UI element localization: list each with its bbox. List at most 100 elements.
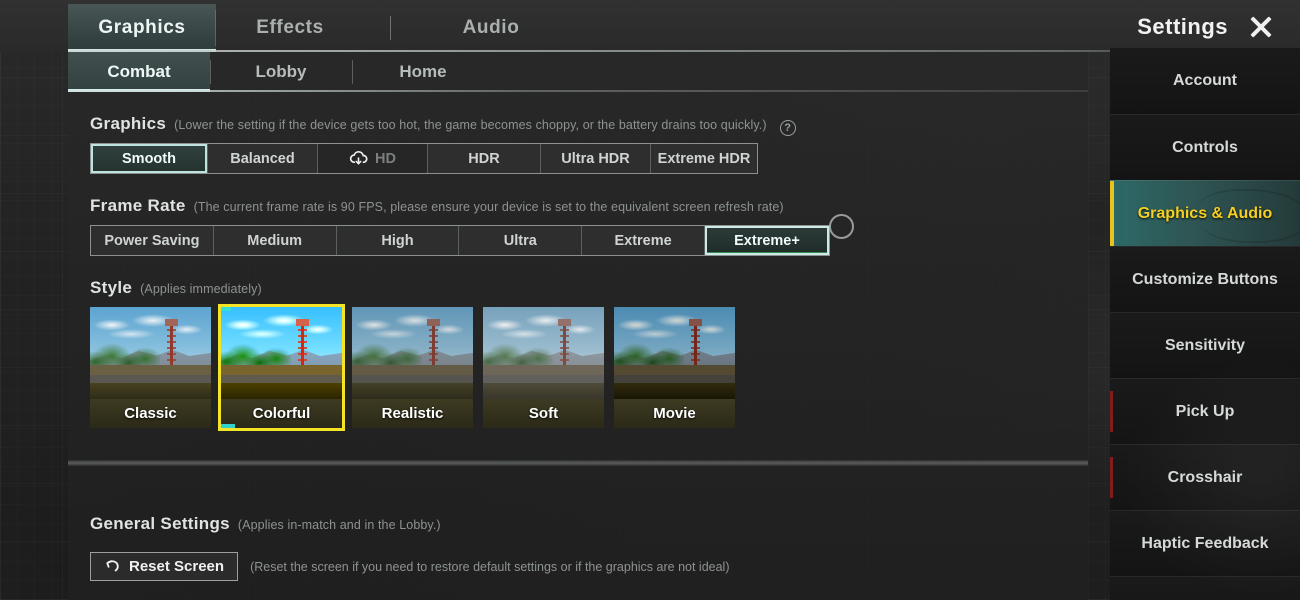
sidebar-item-account[interactable]: Account (1110, 48, 1300, 114)
graphics-title: Graphics (90, 114, 167, 133)
style-card-classic-label: Classic (124, 405, 177, 422)
settings-sidebar: Account Controls Graphics & Audio Custom… (1110, 48, 1300, 600)
top-tab-bar: Graphics Effects Audio (0, 0, 1300, 52)
frame-rate-note: (The current frame rate is 90 FPS, pleas… (193, 200, 784, 214)
section-divider (68, 460, 1088, 466)
style-card-colorful[interactable]: Colorful (221, 307, 342, 428)
style-preview-image (352, 307, 473, 399)
frame-rate-option-power-saving-label: Power Saving (104, 232, 200, 249)
circle-cursor-icon (829, 214, 854, 239)
sidebar-item-graphics-audio-label: Graphics & Audio (1137, 204, 1273, 222)
style-card-realistic-label: Realistic (381, 405, 444, 422)
style-card-colorful-label: Colorful (252, 405, 311, 422)
sub-tab-underline (68, 90, 1088, 92)
sidebar-item-sensitivity-label: Sensitivity (1164, 336, 1246, 354)
reset-screen-button[interactable]: Reset Screen (90, 552, 239, 581)
frame-rate-option-ultra[interactable]: Ultra (459, 226, 583, 255)
graphics-option-balanced[interactable]: Balanced (208, 144, 318, 173)
frame-rate-option-high-label: High (381, 232, 414, 249)
frame-rate-section: Frame Rate (The current frame rate is 90… (68, 196, 1088, 256)
graphics-option-hdr-label: HDR (468, 150, 500, 167)
tab-graphics-label: Graphics (98, 17, 186, 38)
graphics-note: (Lower the setting if the device gets to… (174, 118, 767, 132)
style-title: Style (90, 278, 133, 297)
graphics-option-extreme-hdr-label: Extreme HDR (657, 150, 751, 167)
graphics-option-hd-label: HD (375, 150, 396, 167)
sidebar-item-controls[interactable]: Controls (1110, 114, 1300, 180)
style-note: (Applies immediately) (140, 282, 262, 296)
style-preview-image (221, 307, 342, 399)
pubg-settings-screen: Graphics Effects Audio Settings Combat L… (0, 0, 1300, 600)
style-preview-image (90, 307, 211, 399)
style-thumbnail-list: Classic Colorful Realistic Soft Movie (90, 307, 1066, 428)
style-card-footer: Colorful (221, 399, 342, 428)
reset-screen-row: Reset Screen (Reset the screen if you ne… (90, 552, 1066, 581)
question-mark-icon[interactable]: ? (779, 120, 796, 136)
tab-effects[interactable]: Effects (216, 4, 364, 52)
graphics-option-ultra-hdr-label: Ultra HDR (561, 150, 630, 167)
frame-rate-option-medium[interactable]: Medium (213, 226, 337, 255)
general-settings-heading: General Settings (Applies in-match and i… (90, 514, 1066, 534)
graphics-option-ultra-hdr[interactable]: Ultra HDR (541, 144, 651, 173)
graphics-option-extreme-hdr[interactable]: Extreme HDR (651, 144, 757, 173)
frame-rate-heading: Frame Rate (The current frame rate is 90… (90, 196, 1066, 216)
sidebar-item-haptic-feedback-label: Haptic Feedback (1141, 534, 1269, 552)
top-tabs: Graphics Effects Audio (68, 4, 565, 52)
graphics-heading: Graphics (Lower the setting if the devic… (90, 114, 1066, 136)
frame-rate-title: Frame Rate (90, 196, 186, 215)
style-card-footer: Soft (483, 399, 604, 428)
sidebar-item-sensitivity[interactable]: Sensitivity (1110, 312, 1300, 378)
frame-rate-option-power-saving[interactable]: Power Saving (91, 226, 214, 255)
graphics-option-balanced-label: Balanced (230, 150, 295, 167)
sidebar-item-graphics-audio[interactable]: Graphics & Audio (1110, 180, 1300, 246)
tab-audio[interactable]: Audio (417, 4, 565, 52)
frame-rate-option-extreme-plus[interactable]: Extreme+ (704, 226, 829, 255)
sidebar-item-customize-buttons[interactable]: Customize Buttons (1110, 246, 1300, 312)
close-x-icon[interactable] (1246, 12, 1276, 42)
frame-rate-option-ultra-label: Ultra (503, 232, 537, 249)
sidebar-item-crosshair[interactable]: Crosshair (1110, 444, 1300, 510)
cloud-download-icon (349, 151, 368, 165)
settings-title-label: Settings (1137, 14, 1228, 39)
style-card-movie[interactable]: Movie (614, 307, 735, 428)
sub-tab-bar: Combat Lobby Home (68, 52, 1088, 92)
style-card-realistic[interactable]: Realistic (352, 307, 473, 428)
style-card-footer: Realistic (352, 399, 473, 428)
style-heading: Style (Applies immediately) (90, 278, 1066, 298)
reset-screen-button-label: Reset Screen (129, 558, 225, 575)
style-preview-image (614, 307, 735, 399)
graphics-option-smooth[interactable]: Smooth (91, 144, 208, 173)
subtab-lobby[interactable]: Lobby (210, 52, 352, 92)
subtab-combat[interactable]: Combat (68, 52, 210, 92)
graphics-option-hdr[interactable]: HDR (428, 144, 541, 173)
graphics-option-smooth-label: Smooth (122, 150, 176, 167)
settings-content-panel: Combat Lobby Home Graphics (Lower the se… (68, 52, 1088, 600)
style-card-soft[interactable]: Soft (483, 307, 604, 428)
sidebar-item-pick-up[interactable]: Pick Up (1110, 378, 1300, 444)
settings-header: Settings (1137, 6, 1276, 48)
subtab-lobby-label: Lobby (255, 62, 307, 81)
general-settings-title: General Settings (90, 514, 230, 533)
style-section: Style (Applies immediately) Classic Colo… (68, 278, 1088, 428)
general-settings-note: (Applies in-match and in the Lobby.) (237, 518, 441, 532)
sidebar-item-haptic-feedback[interactable]: Haptic Feedback (1110, 510, 1300, 576)
style-card-footer: Movie (614, 399, 735, 428)
style-card-soft-label: Soft (528, 405, 559, 422)
subtab-home-label: Home (399, 62, 447, 81)
graphics-quality-selector: Smooth Balanced HD HDR Ultra HDR Extreme… (90, 143, 758, 174)
sidebar-item-account-label: Account (1173, 72, 1237, 89)
frame-rate-option-extreme[interactable]: Extreme (582, 226, 705, 255)
tab-effects-label: Effects (256, 17, 324, 38)
sidebar-item-push-notifications[interactable]: Push Notifications (1110, 576, 1300, 600)
tab-audio-label: Audio (462, 17, 520, 38)
undo-arrow-icon (106, 560, 119, 572)
style-card-classic[interactable]: Classic (90, 307, 211, 428)
graphics-option-hd[interactable]: HD (318, 144, 428, 173)
tab-graphics[interactable]: Graphics (68, 4, 216, 52)
subtab-home[interactable]: Home (352, 52, 494, 92)
frame-rate-option-extreme-label: Extreme (614, 232, 672, 249)
tab-divider (390, 16, 391, 40)
frame-rate-option-high[interactable]: High (336, 226, 460, 255)
subtab-combat-label: Combat (107, 62, 171, 81)
sidebar-item-pick-up-label: Pick Up (1175, 402, 1235, 420)
